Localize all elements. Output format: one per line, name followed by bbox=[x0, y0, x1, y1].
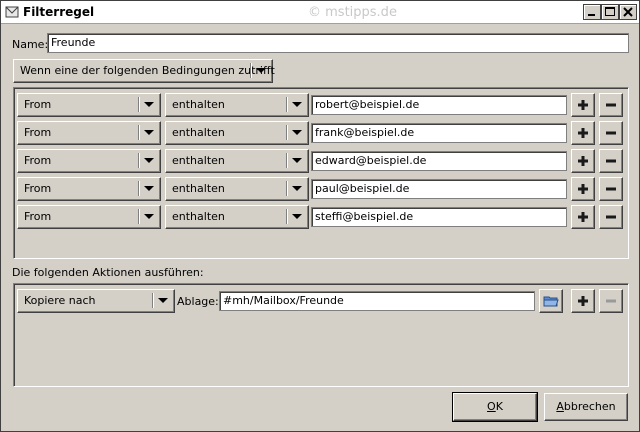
chevron-down-icon bbox=[292, 130, 302, 135]
ok-button[interactable]: OK bbox=[452, 392, 538, 422]
minimize-icon bbox=[588, 14, 595, 16]
condition-value-input[interactable]: robert@beispiel.de bbox=[311, 95, 567, 115]
condition-field-select[interactable]: From bbox=[17, 121, 161, 145]
plus-icon bbox=[578, 128, 588, 138]
condition-field-select[interactable]: From bbox=[17, 177, 161, 201]
condition-value-input[interactable]: edward@beispiel.de bbox=[311, 151, 567, 171]
chevron-down-icon bbox=[292, 214, 302, 219]
plus-icon bbox=[578, 212, 588, 222]
minus-icon bbox=[606, 299, 616, 303]
chevron-down-icon bbox=[292, 158, 302, 163]
close-icon bbox=[623, 7, 633, 17]
condition-value-input[interactable]: frank@beispiel.de bbox=[311, 123, 567, 143]
maximize-icon bbox=[605, 7, 615, 16]
action-type-select[interactable]: Kopiere nach bbox=[17, 289, 175, 313]
condition-operator-select[interactable]: enthalten bbox=[165, 205, 309, 229]
chevron-down-icon bbox=[144, 102, 154, 107]
condition-operator-select[interactable]: enthalten bbox=[165, 177, 309, 201]
window-title: Filterregel bbox=[23, 5, 95, 19]
app-icon bbox=[5, 6, 19, 18]
folder-icon bbox=[543, 296, 559, 307]
minus-icon bbox=[606, 159, 616, 163]
chevron-down-icon bbox=[144, 214, 154, 219]
condition-field-select[interactable]: From bbox=[17, 149, 161, 173]
name-input[interactable]: Freunde bbox=[47, 33, 629, 53]
plus-icon bbox=[578, 184, 588, 194]
plus-icon bbox=[578, 100, 588, 110]
add-action-button[interactable] bbox=[571, 289, 595, 313]
minimize-button[interactable] bbox=[583, 4, 601, 20]
cancel-button[interactable]: Abbrechen bbox=[544, 393, 628, 421]
remove-condition-button[interactable] bbox=[599, 149, 623, 173]
watermark: © mstipps.de bbox=[308, 5, 397, 20]
remove-condition-button[interactable] bbox=[599, 205, 623, 229]
condition-value-input[interactable]: steffi@beispiel.de bbox=[311, 207, 567, 227]
chevron-down-icon bbox=[292, 186, 302, 191]
add-condition-button[interactable] bbox=[571, 205, 595, 229]
minus-icon bbox=[606, 215, 616, 219]
target-folder-input[interactable]: #mh/Mailbox/Freunde bbox=[219, 291, 535, 311]
chevron-down-icon bbox=[144, 130, 154, 135]
chevron-down-icon bbox=[158, 298, 168, 303]
condition-value-input[interactable]: paul@beispiel.de bbox=[311, 179, 567, 199]
chevron-down-icon bbox=[144, 158, 154, 163]
chevron-down-icon bbox=[292, 102, 302, 107]
minus-icon bbox=[606, 103, 616, 107]
chevron-down-icon bbox=[256, 68, 266, 73]
filter-rule-dialog: Filterregel © mstipps.de Name: Freunde W… bbox=[0, 0, 640, 432]
minus-icon bbox=[606, 131, 616, 135]
remove-condition-button[interactable] bbox=[599, 93, 623, 117]
add-condition-button[interactable] bbox=[571, 93, 595, 117]
target-label: Ablage: bbox=[177, 295, 219, 308]
remove-action-button[interactable] bbox=[599, 289, 623, 313]
add-condition-button[interactable] bbox=[571, 121, 595, 145]
condition-field-select[interactable]: From bbox=[17, 205, 161, 229]
match-mode-value: Wenn eine der folgenden Bedingungen zutr… bbox=[20, 64, 275, 77]
condition-operator-select[interactable]: enthalten bbox=[165, 121, 309, 145]
plus-icon bbox=[578, 296, 588, 306]
condition-operator-select[interactable]: enthalten bbox=[165, 149, 309, 173]
title-bar[interactable]: Filterregel © mstipps.de bbox=[1, 1, 639, 24]
plus-icon bbox=[578, 156, 588, 166]
action-type-value: Kopiere nach bbox=[24, 294, 96, 307]
chevron-down-icon bbox=[144, 186, 154, 191]
remove-condition-button[interactable] bbox=[599, 121, 623, 145]
condition-field-select[interactable]: From bbox=[17, 93, 161, 117]
close-button[interactable] bbox=[619, 4, 637, 20]
actions-label: Die folgenden Aktionen ausführen: bbox=[12, 266, 204, 279]
add-condition-button[interactable] bbox=[571, 177, 595, 201]
condition-operator-select[interactable]: enthalten bbox=[165, 93, 309, 117]
remove-condition-button[interactable] bbox=[599, 177, 623, 201]
name-label: Name: bbox=[12, 38, 49, 51]
add-condition-button[interactable] bbox=[571, 149, 595, 173]
minus-icon bbox=[606, 187, 616, 191]
maximize-button[interactable] bbox=[601, 4, 619, 20]
browse-folder-button[interactable] bbox=[539, 289, 563, 313]
match-mode-select[interactable]: Wenn eine der folgenden Bedingungen zutr… bbox=[13, 59, 275, 83]
